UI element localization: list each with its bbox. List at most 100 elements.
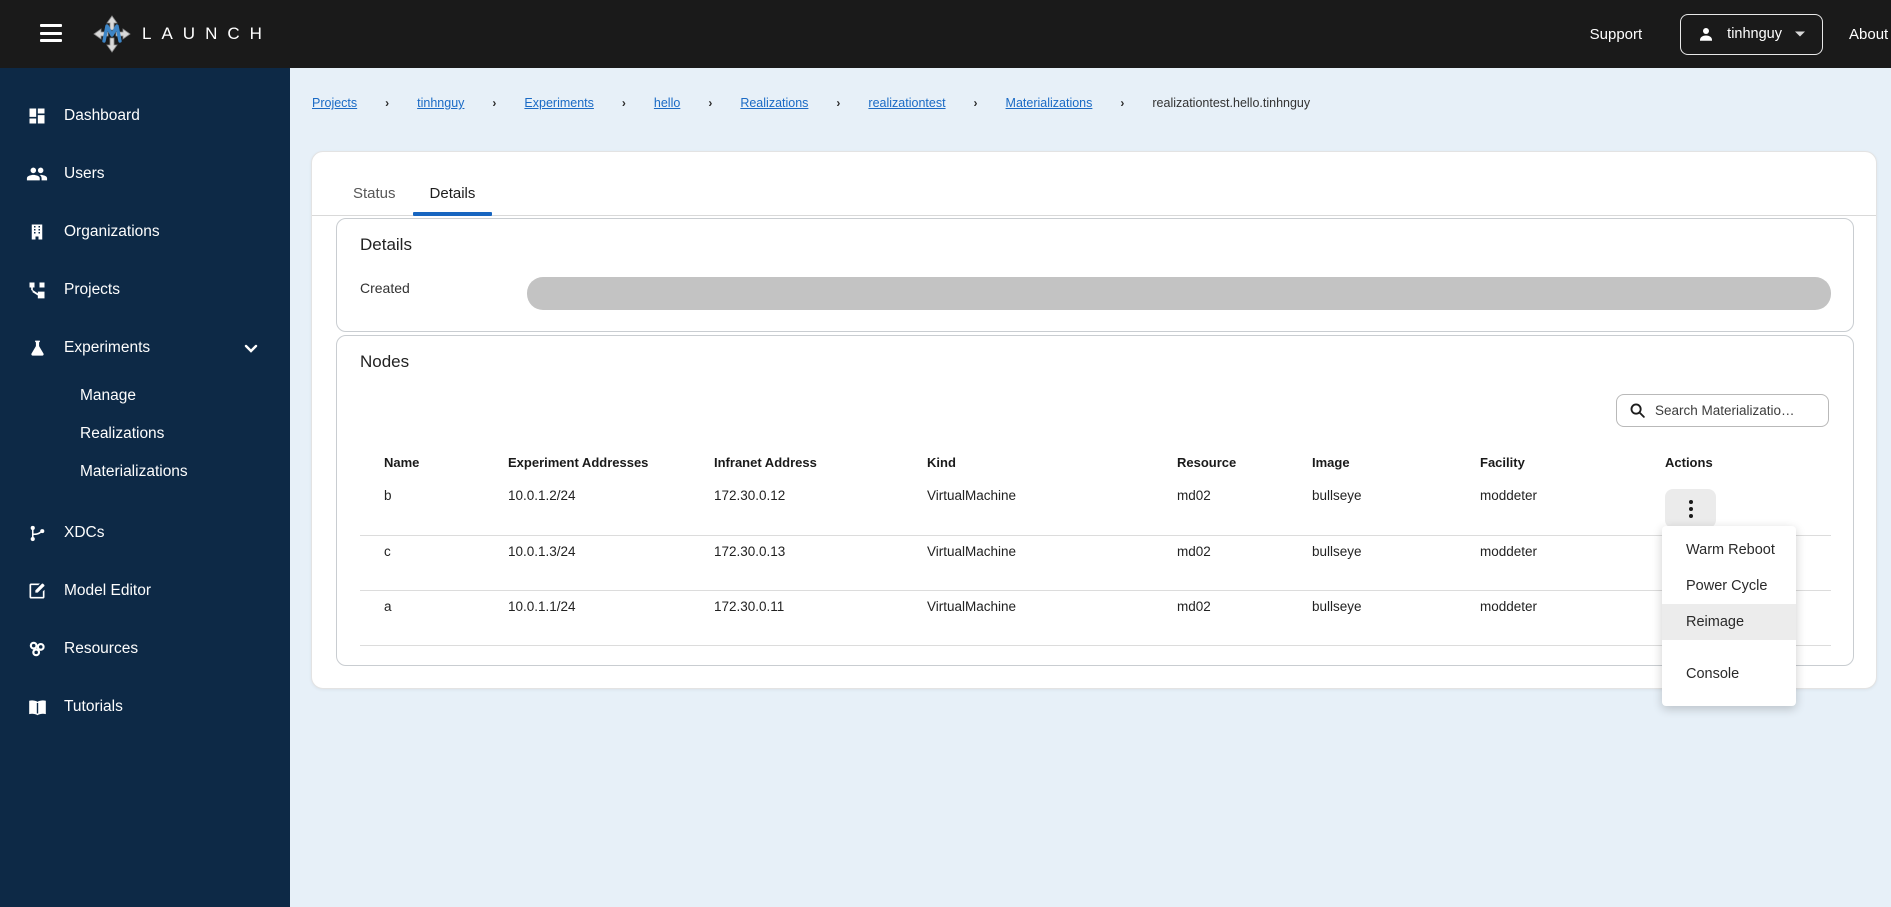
- tab-details[interactable]: Details: [412, 152, 493, 216]
- materialization-card: Status Details Details Created Nodes Sea…: [311, 151, 1877, 689]
- sidebar-item-resources[interactable]: Resources: [0, 620, 290, 678]
- kebab-icon: [1688, 499, 1693, 518]
- about-link[interactable]: About: [1849, 26, 1891, 43]
- chevron-down-icon: [1794, 30, 1806, 38]
- column-header: Kind: [927, 454, 956, 470]
- cell-image: bullseye: [1312, 480, 1480, 536]
- launch-logo-icon: [92, 14, 132, 54]
- users-icon: [26, 163, 48, 185]
- tab-status[interactable]: Status: [336, 152, 413, 215]
- sidebar-item-users[interactable]: Users: [0, 145, 290, 203]
- sidebar-item-model-editor[interactable]: Model Editor: [0, 562, 290, 620]
- model-editor-icon: [26, 580, 48, 602]
- cell-infranet-address: 172.30.0.11: [714, 590, 927, 646]
- details-panel: Details Created: [336, 218, 1854, 332]
- details-panel-title: Details: [360, 235, 412, 254]
- sidebar-subitem-manage[interactable]: Manage: [0, 377, 290, 415]
- sidebar-item-organizations[interactable]: Organizations: [0, 203, 290, 261]
- cell-kind: VirtualMachine: [927, 480, 1177, 536]
- nodes-panel: Nodes Name Experiment Addresses Infranet…: [336, 335, 1854, 666]
- sidebar-item-tutorials[interactable]: Tutorials: [0, 678, 290, 736]
- cell-resource: md02: [1177, 480, 1312, 536]
- support-link[interactable]: Support: [1590, 26, 1643, 43]
- cell-experiment-addresses: 10.0.1.2/24: [508, 480, 714, 536]
- cell-infranet-address: 172.30.0.13: [714, 535, 927, 591]
- brand-name: LAUNCH: [142, 24, 272, 43]
- breadcrumb-link-projects[interactable]: Projects: [312, 96, 357, 110]
- dashboard-icon: [26, 105, 48, 127]
- breadcrumb-link-experiment[interactable]: hello: [654, 96, 680, 110]
- table-row: b 10.0.1.2/24 172.30.0.12 VirtualMachine…: [360, 480, 1831, 536]
- sidebar-item-label: Resources: [64, 640, 139, 657]
- cell-kind: VirtualMachine: [927, 590, 1177, 646]
- sidebar-item-label: Organizations: [64, 223, 160, 240]
- breadcrumb: Projects › tinhnguy › Experiments › hell…: [312, 96, 1310, 110]
- cell-name: b: [360, 480, 508, 536]
- menu-item-reimage[interactable]: Reimage: [1662, 604, 1796, 640]
- cell-image: bullseye: [1312, 590, 1480, 646]
- breadcrumb-separator-icon: ›: [385, 96, 390, 110]
- sidebar: Dashboard Users Organizations Projects E…: [0, 68, 290, 907]
- tab-label: Details: [429, 185, 476, 202]
- cell-name: a: [360, 590, 508, 646]
- sidebar-item-label: Model Editor: [64, 582, 152, 599]
- breadcrumb-link-realization[interactable]: realizationtest: [868, 96, 945, 110]
- column-header: Infranet Address: [714, 454, 817, 470]
- cell-image: bullseye: [1312, 535, 1480, 591]
- breadcrumb-link-user[interactable]: tinhnguy: [417, 96, 464, 110]
- breadcrumb-current: realizationtest.hello.tinhnguy: [1152, 96, 1311, 110]
- hamburger-menu-icon[interactable]: [40, 24, 62, 42]
- search-icon: [1629, 402, 1646, 419]
- created-label: Created: [360, 280, 410, 296]
- breadcrumb-separator-icon: ›: [492, 96, 497, 110]
- table-header-row: Name Experiment Addresses Infranet Addre…: [360, 444, 1831, 480]
- menu-divider: [1662, 640, 1796, 656]
- menu-item-warm-reboot[interactable]: Warm Reboot: [1662, 532, 1796, 568]
- column-header: Image: [1312, 454, 1350, 470]
- cell-kind: VirtualMachine: [927, 535, 1177, 591]
- column-header: Resource: [1177, 454, 1237, 470]
- search-input[interactable]: [1655, 403, 1818, 418]
- created-value-skeleton: [527, 277, 1831, 310]
- cell-resource: md02: [1177, 535, 1312, 591]
- cell-experiment-addresses: 10.0.1.3/24: [508, 535, 714, 591]
- sidebar-item-experiments[interactable]: Experiments: [0, 319, 290, 377]
- active-tab-indicator: [412, 212, 493, 216]
- sidebar-item-projects[interactable]: Projects: [0, 261, 290, 319]
- sidebar-item-label: Users: [64, 165, 105, 182]
- breadcrumb-separator-icon: ›: [973, 96, 978, 110]
- user-icon: [1697, 25, 1715, 43]
- sidebar-item-xdcs[interactable]: XDCs: [0, 504, 290, 562]
- tutorials-icon: [26, 696, 48, 718]
- column-header: Experiment Addresses: [508, 454, 649, 470]
- menu-item-console[interactable]: Console: [1662, 656, 1796, 692]
- breadcrumb-link-experiments[interactable]: Experiments: [524, 96, 593, 110]
- menu-item-power-cycle[interactable]: Power Cycle: [1662, 568, 1796, 604]
- breadcrumb-separator-icon: ›: [1120, 96, 1125, 110]
- sidebar-item-label: Projects: [64, 281, 120, 298]
- cell-experiment-addresses: 10.0.1.1/24: [508, 590, 714, 646]
- app-logo[interactable]: LAUNCH: [92, 14, 272, 54]
- sidebar-subitem-materializations[interactable]: Materializations: [0, 453, 290, 491]
- breadcrumb-link-materializations[interactable]: Materializations: [1006, 96, 1093, 110]
- breadcrumb-link-realizations[interactable]: Realizations: [740, 96, 808, 110]
- sidebar-item-label: Experiments: [64, 339, 151, 356]
- tab-label: Status: [353, 185, 396, 202]
- cell-facility: moddeter: [1480, 535, 1665, 591]
- tab-bar: Status Details: [312, 152, 1876, 216]
- column-header: Name: [384, 454, 420, 470]
- breadcrumb-separator-icon: ›: [621, 96, 626, 110]
- row-actions-kebab-button[interactable]: [1665, 489, 1716, 528]
- breadcrumb-separator-icon: ›: [836, 96, 841, 110]
- sidebar-item-label: Tutorials: [64, 698, 123, 715]
- column-header: Facility: [1480, 454, 1525, 470]
- sidebar-item-label: Dashboard: [64, 107, 140, 124]
- cell-facility: moddeter: [1480, 590, 1665, 646]
- sidebar-item-dashboard[interactable]: Dashboard: [0, 87, 290, 145]
- resources-icon: [26, 638, 48, 660]
- user-menu-button[interactable]: tinhnguy: [1680, 13, 1823, 55]
- node-actions-menu: Warm Reboot Power Cycle Reimage Console: [1662, 526, 1796, 706]
- cell-facility: moddeter: [1480, 480, 1665, 536]
- xdcs-icon: [26, 522, 48, 544]
- sidebar-subitem-realizations[interactable]: Realizations: [0, 415, 290, 453]
